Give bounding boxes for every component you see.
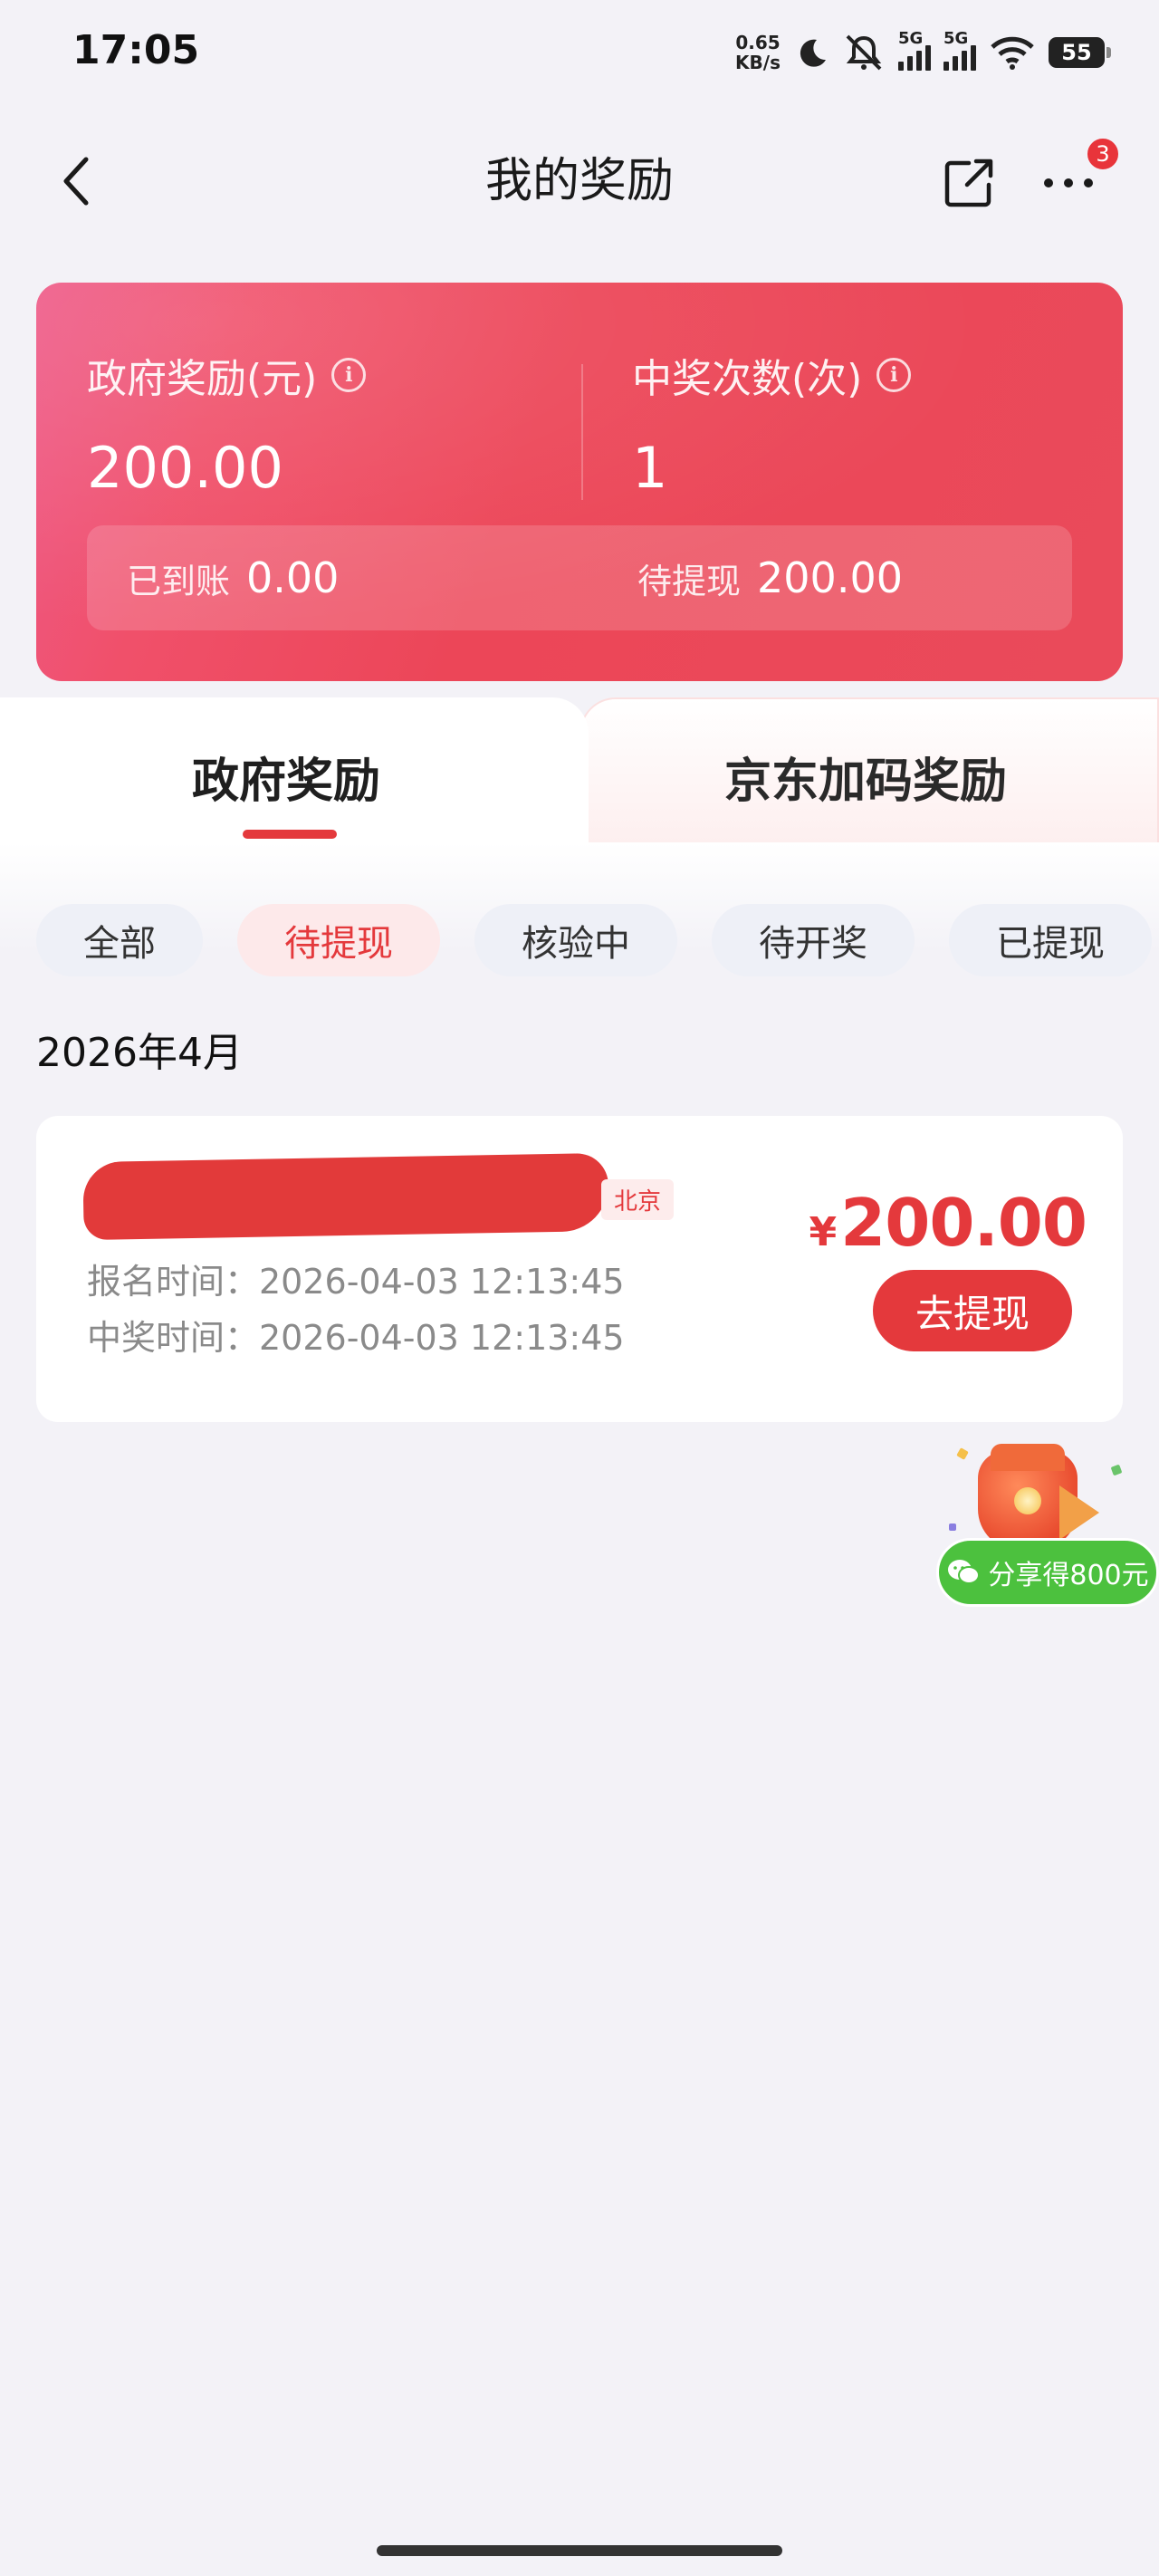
confetti-decoration (1110, 1464, 1123, 1476)
share-pill[interactable]: 分享得800元 (936, 1538, 1159, 1607)
tab-gov-reward-label[interactable]: 政府奖励 (192, 743, 380, 811)
active-tab-indicator (243, 830, 337, 839)
signup-time: 报名时间：2026-04-03 12:13:45 (87, 1262, 625, 1302)
reward-tabs: 政府奖励 京东加码奖励 (0, 697, 1159, 851)
signal-2-label: 5G (943, 29, 969, 48)
city-tag: 北京 (601, 1179, 675, 1220)
net-speed-unit: KB/s (735, 52, 781, 73)
credited-label: 已到账 (127, 561, 231, 601)
net-speed-value: 0.65 (735, 32, 781, 53)
share-icon (944, 159, 993, 207)
signal-icon-2: 5G (943, 29, 976, 71)
wifi-icon (989, 34, 1036, 71)
info-icon[interactable]: i (876, 358, 912, 392)
confetti-decoration (949, 1523, 956, 1531)
moon-icon (793, 34, 829, 71)
status-filters: 全部 待提现 核验中 待开奖 已提现 (36, 904, 1152, 976)
confetti-decoration (956, 1447, 969, 1460)
status-bar: 17:05 0.65 KB/s 5G 5G 55 (0, 0, 1159, 109)
arrow-icon (1059, 1485, 1099, 1540)
currency-symbol: ¥ (809, 1209, 838, 1255)
home-indicator[interactable] (377, 2545, 782, 2556)
share-reward-widget[interactable]: 分享得800元 (933, 1440, 1159, 1607)
credited-value: 0.00 (246, 553, 340, 602)
signal-1-label: 5G (898, 29, 924, 48)
reward-amount: ¥ 200.00 (809, 1185, 1087, 1261)
stat-divider (581, 364, 583, 500)
notification-badge: 3 (1085, 136, 1121, 172)
bell-muted-icon (842, 33, 886, 72)
status-icons: 0.65 KB/s 5G 5G 55 (735, 25, 1111, 80)
gov-reward-value: 200.00 (87, 435, 283, 501)
pending-value: 200.00 (757, 553, 903, 602)
status-time: 17:05 (72, 27, 200, 73)
balance-panel: 已到账 0.00 待提现 200.00 (87, 525, 1072, 630)
battery-icon: 55 (1049, 37, 1111, 68)
page: 17:05 0.65 KB/s 5G 5G 55 我的奖励 3 政府奖励(元) … (0, 0, 1159, 2576)
wechat-icon (948, 1560, 981, 1584)
reward-item-card[interactable]: 20 北京 报名时间：2026-04-03 12:13:45 中奖时间：2026… (36, 1116, 1123, 1422)
tab-jd-bonus-label[interactable]: 京东加码奖励 (724, 743, 1007, 811)
pending-label: 待提现 (637, 561, 742, 601)
filter-withdrawn[interactable]: 已提现 (949, 904, 1152, 976)
battery-level: 55 (1061, 40, 1092, 65)
more-dots-icon (1044, 178, 1093, 187)
share-label: 分享得800元 (988, 1560, 1149, 1591)
net-speed: 0.65 KB/s (735, 33, 781, 72)
signal-icon-1: 5G (898, 29, 931, 71)
redaction-mark (82, 1152, 609, 1241)
win-count-label: 中奖次数(次) (632, 356, 863, 402)
credited-balance: 已到账 0.00 (127, 525, 339, 630)
share-button[interactable] (933, 147, 1005, 219)
withdraw-button[interactable]: 去提现 (873, 1270, 1072, 1351)
win-count-stat: 中奖次数(次) i 1 (632, 346, 912, 501)
reward-summary-card: 政府奖励(元) i 200.00 中奖次数(次) i 1 已到账 0.00 待提… (36, 283, 1123, 681)
pending-balance: 待提现 200.00 (637, 525, 903, 630)
info-icon[interactable]: i (331, 358, 367, 392)
filter-pending-withdraw[interactable]: 待提现 (237, 904, 440, 976)
filter-all[interactable]: 全部 (36, 904, 203, 976)
amount-value: 200.00 (840, 1185, 1087, 1261)
gov-reward-stat: 政府奖励(元) i 200.00 (87, 346, 367, 501)
month-header: 2026年4月 (36, 1030, 243, 1076)
nav-bar: 我的奖励 (0, 118, 1159, 245)
filter-pending-draw[interactable]: 待开奖 (712, 904, 915, 976)
win-time: 中奖时间：2026-04-03 12:13:45 (87, 1318, 625, 1358)
filter-verifying[interactable]: 核验中 (474, 904, 677, 976)
win-count-value: 1 (632, 435, 668, 501)
gov-reward-label: 政府奖励(元) (87, 356, 318, 402)
